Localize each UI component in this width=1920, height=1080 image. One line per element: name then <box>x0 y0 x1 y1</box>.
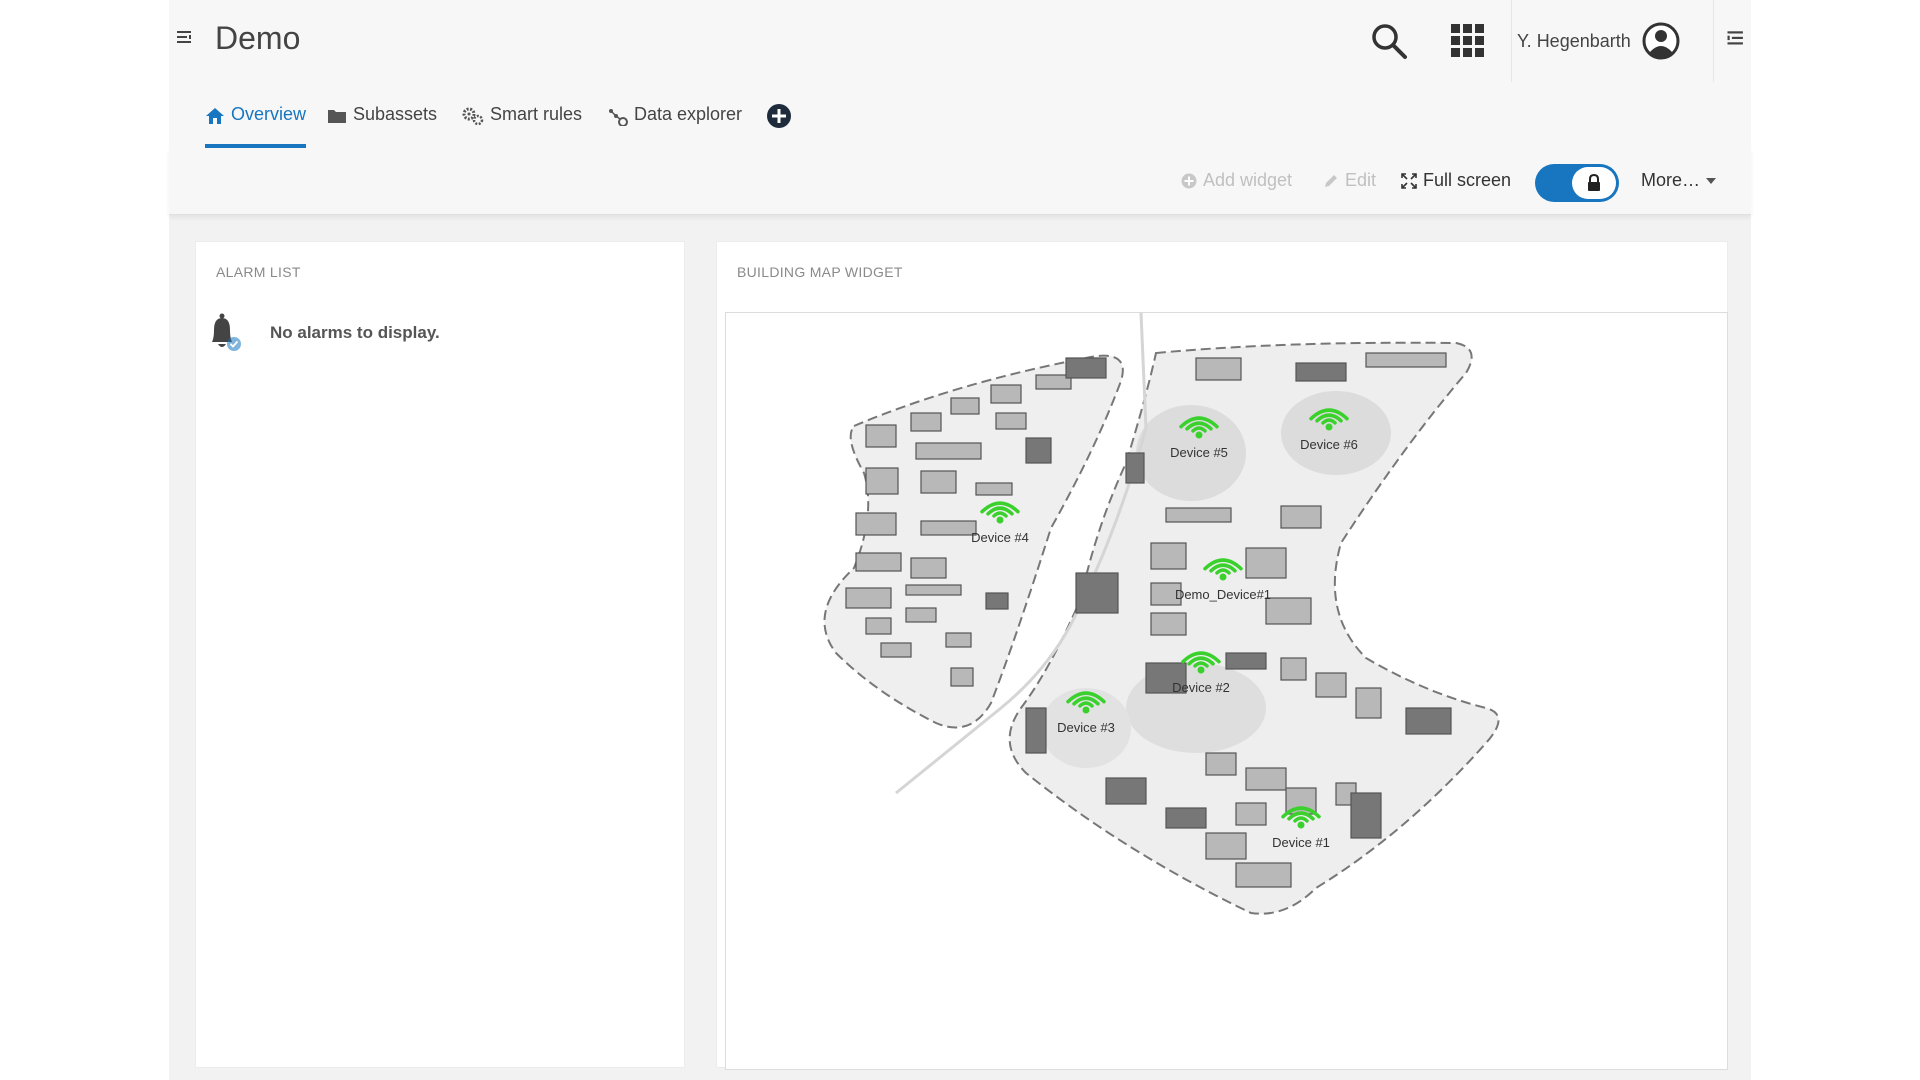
plus-circle-icon <box>1181 173 1197 188</box>
open-area <box>1281 391 1391 475</box>
device-label: Device #4 <box>971 530 1029 545</box>
folder-icon <box>328 110 346 123</box>
device-label: Device #2 <box>1172 680 1230 695</box>
tab-label: Data explorer <box>634 104 743 124</box>
edit-button[interactable]: Edit <box>1323 170 1376 191</box>
expand-icon <box>1401 172 1417 189</box>
toggle-knob <box>1572 167 1616 199</box>
full-screen-button[interactable]: Full screen <box>1401 170 1511 191</box>
right-drawer-toggle-icon[interactable] <box>1722 28 1744 50</box>
tab-overview[interactable]: Overview <box>205 104 307 148</box>
map-canvas[interactable]: Device #1 Device #2 Device #3 Device #4 Devi… <box>725 312 1728 1070</box>
dashboard-toolbar: Add widget Edit Full screen More… <box>169 148 1751 215</box>
gears-icon <box>462 107 484 126</box>
widget-title: BUILDING MAP WIDGET <box>737 264 903 280</box>
device-label: Device #1 <box>1272 835 1330 850</box>
app-container: Demo Y. Hegenbarth Overview Subassets Sm… <box>169 0 1751 1080</box>
tab-label: Smart rules <box>490 104 583 124</box>
full-screen-label: Full screen <box>1423 170 1512 190</box>
lock-icon <box>1588 174 1600 191</box>
app-switcher-grid-icon[interactable] <box>1449 22 1487 60</box>
edit-label: Edit <box>1345 170 1377 190</box>
user-name: Y. Hegenbarth <box>1517 30 1631 51</box>
search-icon[interactable] <box>1369 21 1409 61</box>
widget-title: ALARM LIST <box>216 264 301 280</box>
tab-bar: Overview Subassets Smart rules Data expl… <box>169 82 1751 148</box>
pencil-icon <box>1325 174 1337 187</box>
device-label: Demo_Device#1 <box>1175 587 1271 602</box>
more-dropdown[interactable]: More… <box>1641 170 1717 191</box>
device-label: Device #6 <box>1300 437 1358 452</box>
top-header: Demo Y. Hegenbarth <box>169 0 1751 83</box>
header-divider <box>1511 0 1512 82</box>
user-menu[interactable]: Y. Hegenbarth <box>1517 20 1681 62</box>
add-tab-icon[interactable] <box>766 103 792 129</box>
bell-check-icon <box>212 313 241 351</box>
tab-smart-rules[interactable]: Smart rules <box>462 104 582 144</box>
alarm-empty-state: No alarms to display. <box>206 312 440 354</box>
app-title: Demo <box>215 20 301 56</box>
tab-label: Overview <box>231 104 307 124</box>
building-map-widget: BUILDING MAP WIDGET Device #1 Device #2 … <box>716 241 1728 1070</box>
add-widget-label: Add widget <box>1203 170 1293 190</box>
tab-subassets[interactable]: Subassets <box>327 104 437 144</box>
alarm-list-widget: ALARM LIST No alarms to display. <box>195 241 685 1068</box>
header-divider <box>1713 0 1714 82</box>
campus-map: Device #1 Device #2 Device #3 Device #4 Devi… <box>823 313 1500 915</box>
left-drawer-toggle-icon[interactable] <box>176 28 196 48</box>
more-label: More… <box>1641 170 1701 190</box>
home-icon <box>206 108 224 124</box>
alarm-empty-message: No alarms to display. <box>270 323 440 342</box>
data-explorer-icon <box>609 109 628 126</box>
caret-down-icon <box>1706 177 1717 184</box>
add-widget-button[interactable]: Add widget <box>1181 170 1292 191</box>
device-label: Device #3 <box>1057 720 1115 735</box>
tab-label: Subassets <box>353 104 438 124</box>
lock-dashboard-toggle[interactable] <box>1535 164 1619 202</box>
tab-data-explorer[interactable]: Data explorer <box>606 104 742 144</box>
user-avatar-icon <box>1642 22 1680 60</box>
device-label: Device #5 <box>1170 445 1228 460</box>
